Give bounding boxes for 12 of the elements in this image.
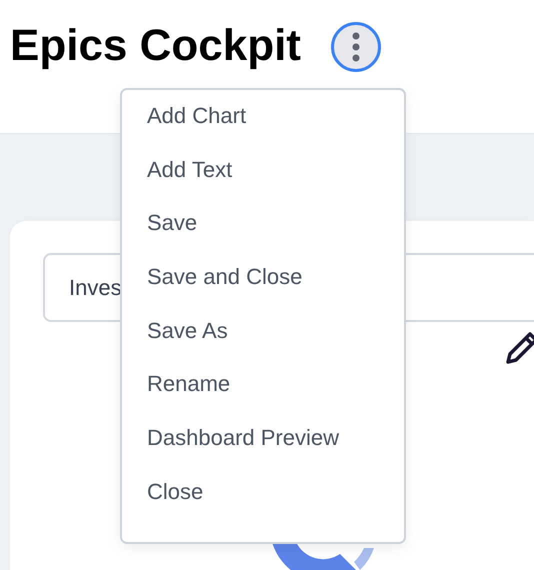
menu-item[interactable]: Save As [122,318,404,372]
more-options-button[interactable] [330,22,381,72]
menu-item[interactable]: Save [122,210,404,264]
menu-item[interactable]: Dashboard Preview [122,425,404,479]
menu-item[interactable]: Save and Close [122,264,404,318]
pencil-icon[interactable] [504,330,534,366]
menu-item[interactable]: Add Chart [122,103,404,157]
dashboard-title: Epics Cockpit [10,20,301,72]
menu-item[interactable]: Close [122,478,404,532]
menu-item[interactable]: Rename [122,371,404,426]
more-vertical-icon [350,32,361,62]
menu-item[interactable]: Add Text [122,156,404,210]
